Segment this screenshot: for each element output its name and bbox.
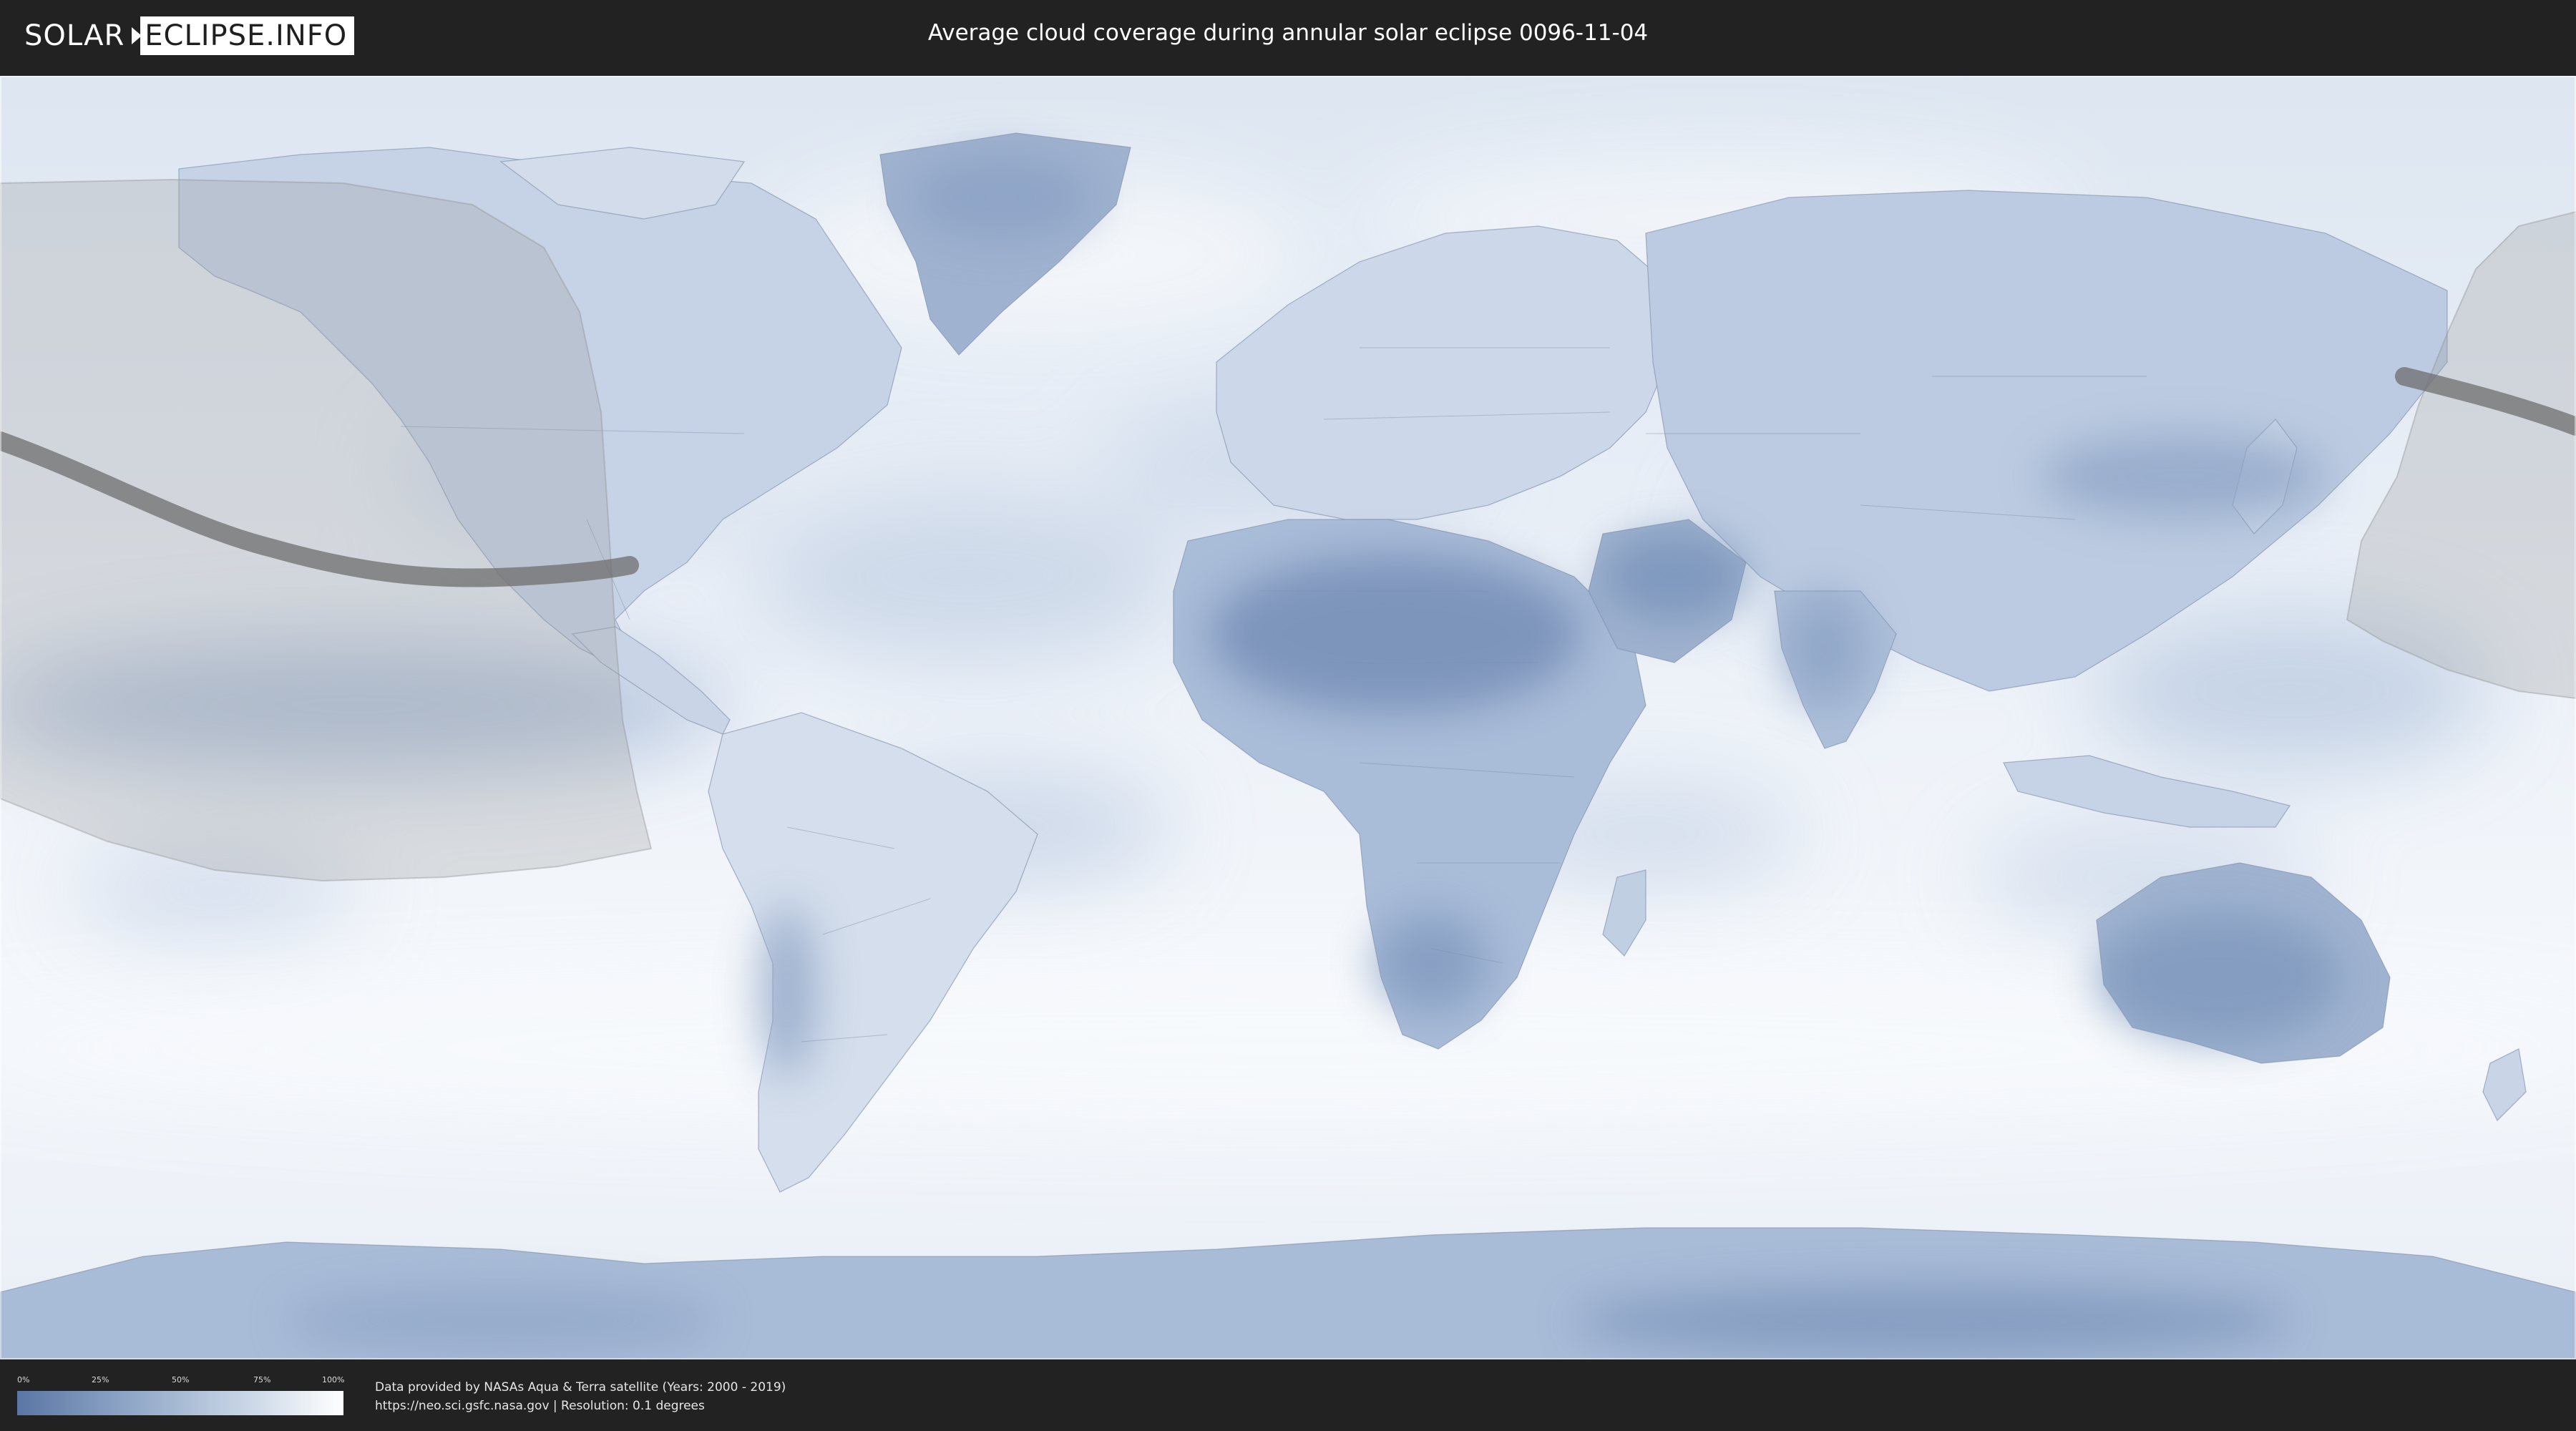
legend-tick-75: 75%	[253, 1375, 271, 1384]
page-title: Average cloud coverage during annular so…	[927, 20, 1649, 46]
footer-bar: 0% 25% 50% 75% 100% Data provided by NAS…	[0, 1359, 2576, 1431]
world-map-svg	[0, 76, 2576, 1359]
legend-tick-50: 50%	[172, 1375, 190, 1384]
credit-line-source: Data provided by NASAs Aqua & Terra sate…	[375, 1380, 786, 1395]
header-bar: SOLAR ECLIPSE.INFO Average cloud coverag…	[0, 0, 2576, 72]
eclipse-zone-west	[0, 178, 653, 882]
legend-tick-100: 100%	[322, 1375, 345, 1384]
credit-line-url[interactable]: https://neo.sci.gsfc.nasa.gov | Resoluti…	[375, 1397, 786, 1415]
legend-tick-25: 25%	[92, 1375, 109, 1384]
legend-gradient-bar	[17, 1391, 343, 1415]
legend-tick-0: 0%	[17, 1375, 30, 1384]
cloud-coverage-map[interactable]	[0, 76, 2576, 1359]
data-credits: Data provided by NASAs Aqua & Terra sate…	[375, 1378, 786, 1415]
cloud-coverage-legend: 0% 25% 50% 75% 100%	[17, 1375, 345, 1415]
